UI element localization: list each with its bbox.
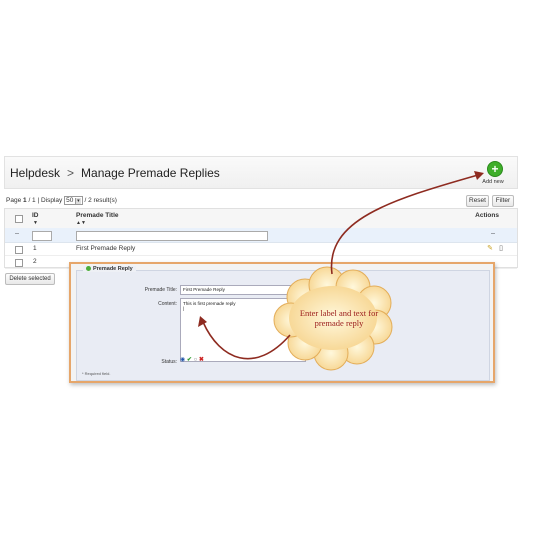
arrow-to-add-new [330,174,479,275]
annotation-overlay [198,171,484,371]
arrowhead-add-new [474,171,484,180]
callout-text: Enter label and text for premade reply [299,308,379,328]
arrowhead-content [198,316,207,327]
